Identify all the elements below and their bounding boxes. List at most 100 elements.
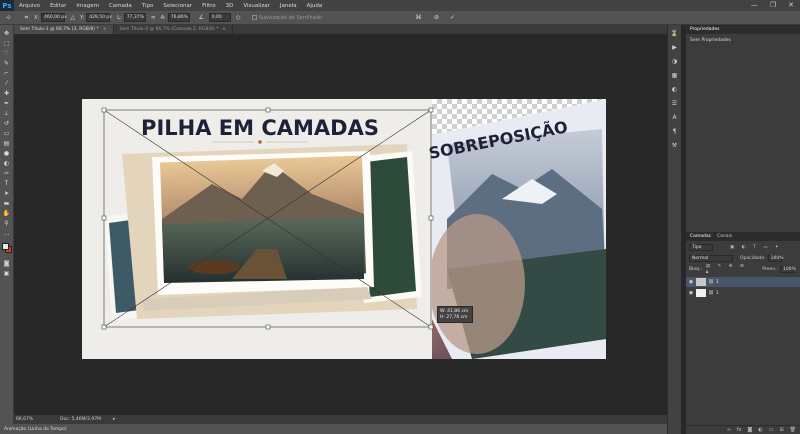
quick-select-tool-icon[interactable]: ✎ — [2, 59, 12, 68]
styles-icon[interactable]: ☰ — [670, 99, 679, 108]
type-tool-icon[interactable]: T — [2, 179, 12, 188]
opacity-value: 100% — [770, 255, 784, 261]
fill-field[interactable]: 100% — [780, 265, 796, 273]
status-arrow-icon[interactable]: ▸ — [113, 417, 115, 422]
link-icon[interactable]: ∞ — [149, 13, 158, 22]
paragraph-icon[interactable]: ¶ — [670, 127, 679, 136]
actions-icon[interactable]: ▶ — [670, 43, 679, 52]
menu-bar: Ps Arquivo Editar Imagem Camada Tipo Sel… — [0, 0, 800, 11]
menu-arquivo[interactable]: Arquivo — [14, 3, 45, 9]
interpolation-checkbox[interactable] — [251, 15, 257, 20]
quick-mask-icon[interactable]: ◙ — [2, 259, 12, 268]
hand-tool-icon[interactable]: ✋ — [2, 209, 12, 218]
panel-icon-strip: ⌛ ▶ ◑ ▦ ◐ ☰ A ¶ ⚒ — [667, 25, 681, 434]
reference-point-icon[interactable]: ⌗ — [22, 13, 31, 22]
layer-name[interactable]: 3 — [716, 280, 719, 285]
layer-row[interactable]: ◉ ⛓ 3 — [686, 277, 800, 287]
width-field[interactable]: 77,37% — [123, 13, 146, 22]
menu-tipo[interactable]: Tipo — [137, 3, 159, 9]
group-icon[interactable]: ▭ — [769, 427, 774, 433]
tool-presets-icon[interactable]: ⚒ — [670, 141, 679, 150]
move-tool-preset-icon[interactable]: ⊹ — [4, 13, 13, 22]
menu-selecionar[interactable]: Selecionar — [158, 3, 197, 9]
close-icon[interactable]: × — [103, 27, 107, 32]
screen-mode-icon[interactable]: ▣ — [2, 269, 12, 278]
close-icon[interactable]: × — [222, 27, 226, 32]
delete-layer-icon[interactable]: 🗑︎ — [790, 427, 796, 433]
healing-tool-icon[interactable]: ✚ — [2, 89, 12, 98]
foreground-color-swatch[interactable] — [1, 243, 9, 250]
more-tools-icon[interactable]: … — [2, 229, 12, 238]
menu-filtro[interactable]: Filtro — [197, 3, 220, 9]
commit-transform-icon[interactable]: ✓ — [448, 13, 457, 22]
adjustments-icon[interactable]: ◐ — [670, 85, 679, 94]
layer-style-icon[interactable]: fx — [737, 427, 742, 433]
eye-icon[interactable]: ◉ — [686, 290, 696, 296]
tab-properties[interactable]: Propriedades — [690, 27, 719, 32]
blend-mode-select[interactable]: Normal — [689, 254, 733, 262]
blend-row: Normal Opacidade: 100% — [689, 254, 797, 262]
delta-icon[interactable]: △ — [68, 13, 77, 22]
layer-thumbnail — [696, 278, 706, 286]
crop-tool-icon[interactable]: ⌐ — [2, 69, 12, 78]
move-tool-icon[interactable]: ✥ — [2, 29, 12, 38]
menu-visualizar[interactable]: Visualizar — [238, 3, 274, 9]
window-controls: — ❐ ✕ — [751, 1, 794, 9]
blur-tool-icon[interactable]: ● — [2, 149, 12, 158]
cancel-transform-icon[interactable]: ⊘ — [432, 13, 441, 22]
minimize-icon[interactable]: — — [751, 1, 758, 9]
filter-icons: ▣ ◐ T ▭ ✦ — [730, 244, 782, 250]
document-canvas[interactable]: PILHA EM CAMADAS SOBREPOSIÇÃO — [82, 99, 606, 359]
opacity-field[interactable]: 100% — [767, 254, 784, 262]
angle-field[interactable]: 0,00 — [208, 13, 231, 22]
layer-name[interactable]: 1 — [716, 291, 719, 296]
tab-channels[interactable]: Canais — [717, 234, 732, 239]
zoom-tool-icon[interactable]: ⚲ — [2, 219, 12, 228]
link-layers-icon[interactable]: ∞ — [727, 427, 731, 433]
new-layer-icon[interactable]: ⊞ — [779, 427, 783, 433]
timeline-label[interactable]: Animação (Linha do Tempo) — [4, 427, 67, 432]
character-icon[interactable]: A — [670, 113, 679, 122]
eraser-tool-icon[interactable]: ▭ — [2, 129, 12, 138]
history-brush-tool-icon[interactable]: ↺ — [2, 119, 12, 128]
stamp-tool-icon[interactable]: ⊥ — [2, 109, 12, 118]
layer-kind-select[interactable]: Tipo — [689, 243, 713, 251]
x-field[interactable]: 460,00 px — [41, 13, 67, 22]
lock-icons[interactable]: ▤ ✎ ✥ ⊞ 🔒︎ — [706, 264, 754, 275]
pen-tool-icon[interactable]: ✑ — [2, 169, 12, 178]
menu-janela[interactable]: Janela — [275, 3, 302, 9]
adjustment-layer-icon[interactable]: ◐ — [758, 427, 762, 433]
tab-layers[interactable]: Camadas — [690, 234, 711, 239]
skew-icon[interactable]: ◇ — [234, 13, 243, 22]
height-field[interactable]: 76,86% — [167, 13, 190, 22]
dodge-tool-icon[interactable]: ◐ — [2, 159, 12, 168]
eye-icon[interactable]: ◉ — [686, 279, 696, 285]
menu-ajuda[interactable]: Ajuda — [302, 3, 328, 9]
title-ornament — [258, 140, 262, 144]
path-select-tool-icon[interactable]: ➤ — [2, 189, 12, 198]
menu-imagem[interactable]: Imagem — [71, 3, 104, 9]
mask-icon[interactable]: ◙ — [747, 427, 752, 433]
gradient-tool-icon[interactable]: ▤ — [2, 139, 12, 148]
close-icon[interactable]: ✕ — [788, 1, 794, 9]
lasso-tool-icon[interactable]: ➰ — [2, 49, 12, 58]
brush-tool-icon[interactable]: ✒ — [2, 99, 12, 108]
shape-tool-icon[interactable]: ▬ — [2, 199, 12, 208]
menu-editar[interactable]: Editar — [45, 3, 71, 9]
color-swatches[interactable] — [1, 241, 13, 255]
restore-icon[interactable]: ❐ — [770, 1, 776, 9]
y-field[interactable]: 429,50 px — [86, 13, 112, 22]
color-icon[interactable]: ◑ — [670, 57, 679, 66]
swatches-icon[interactable]: ▦ — [670, 71, 679, 80]
warp-icon[interactable]: ⌘ — [414, 13, 423, 22]
menu-3d[interactable]: 3D — [221, 3, 239, 9]
history-icon[interactable]: ⌛ — [670, 29, 679, 38]
zoom-level[interactable]: 66,67% — [16, 417, 40, 422]
eyedropper-tool-icon[interactable]: ⁄ — [2, 79, 12, 88]
tab-document-1[interactable]: Sem Título-1 @ 66,7% (3, RGB/8) * × — [14, 25, 114, 34]
layer-row[interactable]: ◉ ⛓ 1 — [686, 288, 800, 298]
timeline-panel[interactable]: Animação (Linha do Tempo) — [0, 424, 667, 434]
marquee-tool-icon[interactable]: ⬚ — [2, 39, 12, 48]
menu-camada[interactable]: Camada — [104, 3, 137, 9]
tab-document-2[interactable]: Sem Título-2 @ 66,7% (Camada 2, RGB/8) *… — [113, 25, 234, 34]
